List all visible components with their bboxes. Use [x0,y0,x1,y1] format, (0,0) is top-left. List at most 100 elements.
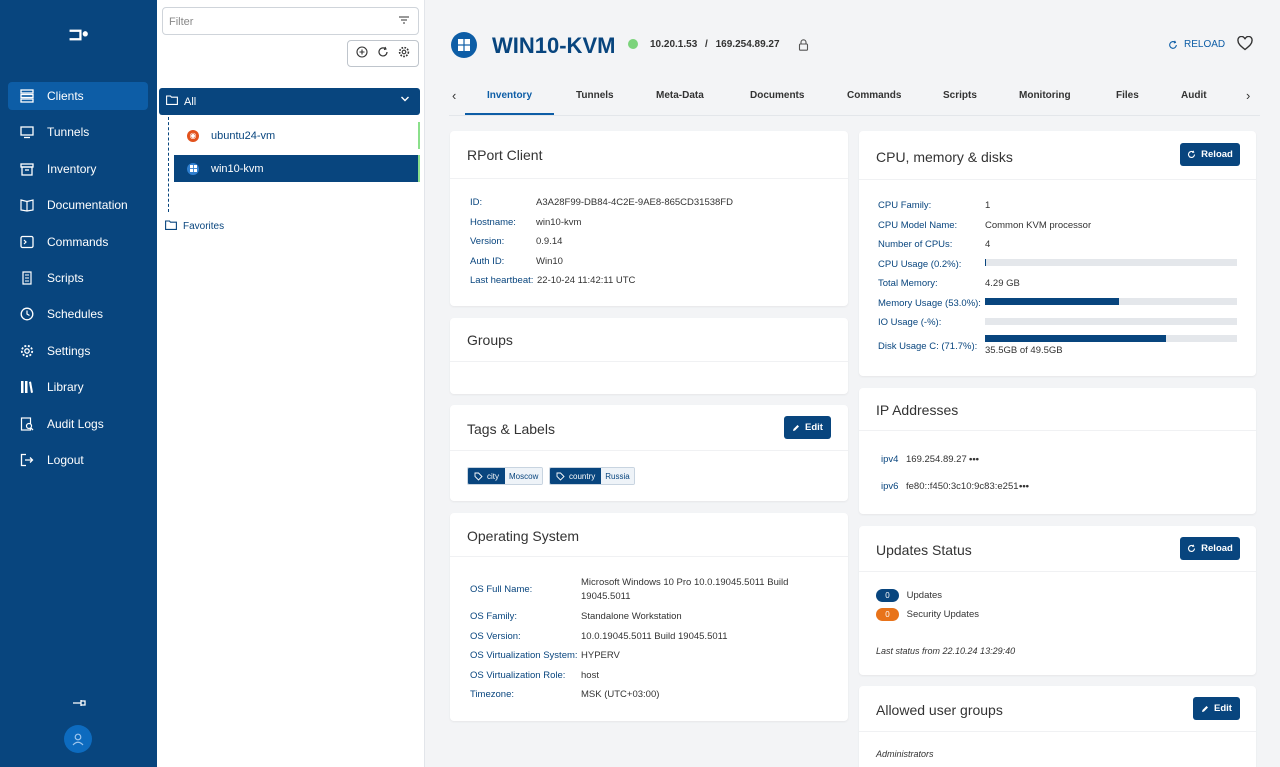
sidebar-item-label: Tunnels [47,125,90,140]
book-icon [20,198,34,212]
tab-scroll-left-icon[interactable]: ‹ [452,88,456,103]
tag-key-label: city [487,471,499,481]
tab-inventory[interactable]: Inventory [487,90,532,101]
user-avatar-icon[interactable] [64,725,92,753]
inventory-icon [20,162,34,176]
tab-monitoring[interactable]: Monitoring [1019,90,1071,101]
tab-scroll-right-icon[interactable]: › [1246,88,1250,103]
sidebar: ⊐• Clients Tunnels Inventory Documentati… [0,0,157,767]
tab-files[interactable]: Files [1116,90,1139,101]
kv-key: OS Virtualization System: [470,650,578,661]
reload-button[interactable]: RELOAD [1168,39,1225,50]
sidebar-item-logout[interactable]: Logout [8,446,148,474]
kv-key: Version: [470,236,505,247]
reload-label: Reload [1201,149,1233,160]
group-label: All [184,95,197,108]
windows-logo-icon [451,32,477,58]
terminal-icon [20,235,34,249]
kv-value: Microsoft Windows 10 Pro 10.0.19045.5011… [581,577,789,588]
sidebar-item-commands[interactable]: Commands [8,228,148,256]
group-all-header[interactable]: All [159,88,420,115]
io-usage-bar [985,318,1237,325]
reload-label: Reload [1201,543,1233,554]
client-item-ubuntu24-vm[interactable]: ◉ ubuntu24-vm [174,122,420,149]
tab-documents[interactable]: Documents [750,90,804,101]
updates-status-card: Updates Status Reload 0 Updates 0 Securi… [859,526,1256,675]
folder-icon [165,220,177,233]
tags-card: Tags & Labels Edit [450,405,848,501]
tab-tunnels[interactable]: Tunnels [576,90,614,101]
sidebar-item-tunnels[interactable]: Tunnels [8,118,148,146]
sidebar-item-audit-logs[interactable]: Audit Logs [8,410,148,438]
sidebar-item-inventory[interactable]: Inventory [8,155,148,183]
collapse-sidebar-icon[interactable] [72,695,86,711]
sidebar-item-library[interactable]: Library [8,373,148,401]
tab-scripts[interactable]: Scripts [943,90,977,101]
refresh-icon [1188,150,1196,158]
gear-icon[interactable] [398,46,410,61]
tab-audit[interactable]: Audit [1181,90,1207,101]
kv-value: 4 [985,239,991,250]
sidebar-item-clients[interactable]: Clients [8,82,148,110]
kv-key: Auth ID: [470,256,505,267]
sidebar-item-label: Audit Logs [47,416,104,431]
kv-key: OS Family: [470,611,517,622]
client-name: ubuntu24-vm [211,129,276,142]
pencil-icon [1202,705,1209,712]
ip-type: ipv4 [881,454,899,465]
edit-user-groups-button[interactable]: Edit [1193,697,1240,720]
windows-icon [187,162,199,175]
kv-key: ID: [470,197,483,208]
tag-value: Russia [601,468,634,484]
memory-usage-bar [985,298,1237,305]
tag-key: city [468,468,505,484]
card-divider [450,178,848,179]
ubuntu-icon: ◉ [187,129,199,142]
reload-label: RELOAD [1184,39,1226,50]
allowed-user-groups-card: Allowed user groups Edit Administrators [859,686,1256,767]
ip-value: 169.254.89.27 [906,454,967,465]
filter-icon[interactable] [398,14,410,29]
kv-key: Disk Usage C: (71.7%): [878,341,978,352]
lock-icon[interactable] [798,38,809,56]
card-divider [859,430,1256,431]
chevron-down-icon[interactable] [400,94,410,107]
kv-value: Win10 [536,256,563,267]
sidebar-item-documentation[interactable]: Documentation [8,191,148,219]
updates-label: Updates [906,590,943,601]
cpu-reload-button[interactable]: Reload [1180,143,1240,166]
ip-addresses-card: IP Addresses ipv4 169.254.89.27 ••• ipv6 fe… [859,388,1256,514]
tab-meta-data[interactable]: Meta-Data [656,90,704,101]
library-icon [20,380,34,394]
card-divider [859,179,1256,180]
updates-reload-button[interactable]: Reload [1180,537,1240,560]
sidebar-item-schedules[interactable]: Schedules [8,300,148,328]
card-title: IP Addresses [876,402,959,418]
edit-tags-button[interactable]: Edit [784,416,831,439]
more-icon[interactable]: ••• [1019,481,1029,492]
client-item-win10-kvm[interactable]: win10-kvm [174,155,420,182]
kv-key: Number of CPUs: [878,239,953,250]
sidebar-item-scripts[interactable]: Scripts [8,264,148,292]
tab-commands[interactable]: Commands [847,90,901,101]
kv-key: Hostname: [470,217,516,228]
app-logo[interactable]: ⊐• [68,24,88,45]
sidebar-item-label: Commands [47,234,109,249]
kv-key: Timezone: [470,689,514,700]
tag-key: country [550,468,602,484]
card-title: Updates Status [876,542,972,558]
favorite-heart-icon[interactable] [1237,35,1253,56]
favorites-group[interactable]: Favorites [165,220,224,233]
sidebar-item-label: Logout [47,452,84,467]
sidebar-item-label: Inventory [47,161,97,176]
cpu-usage-bar [985,259,1237,266]
more-icon[interactable]: ••• [969,454,979,465]
kv-key: IO Usage (-%): [878,317,942,328]
filter-input[interactable]: Filter [162,7,419,35]
gear-icon [20,344,34,358]
add-icon[interactable] [356,46,368,61]
monitor-icon [20,125,34,139]
sidebar-item-settings[interactable]: Settings [8,337,148,365]
refresh-icon[interactable] [377,46,389,61]
card-title: Tags & Labels [467,421,555,437]
